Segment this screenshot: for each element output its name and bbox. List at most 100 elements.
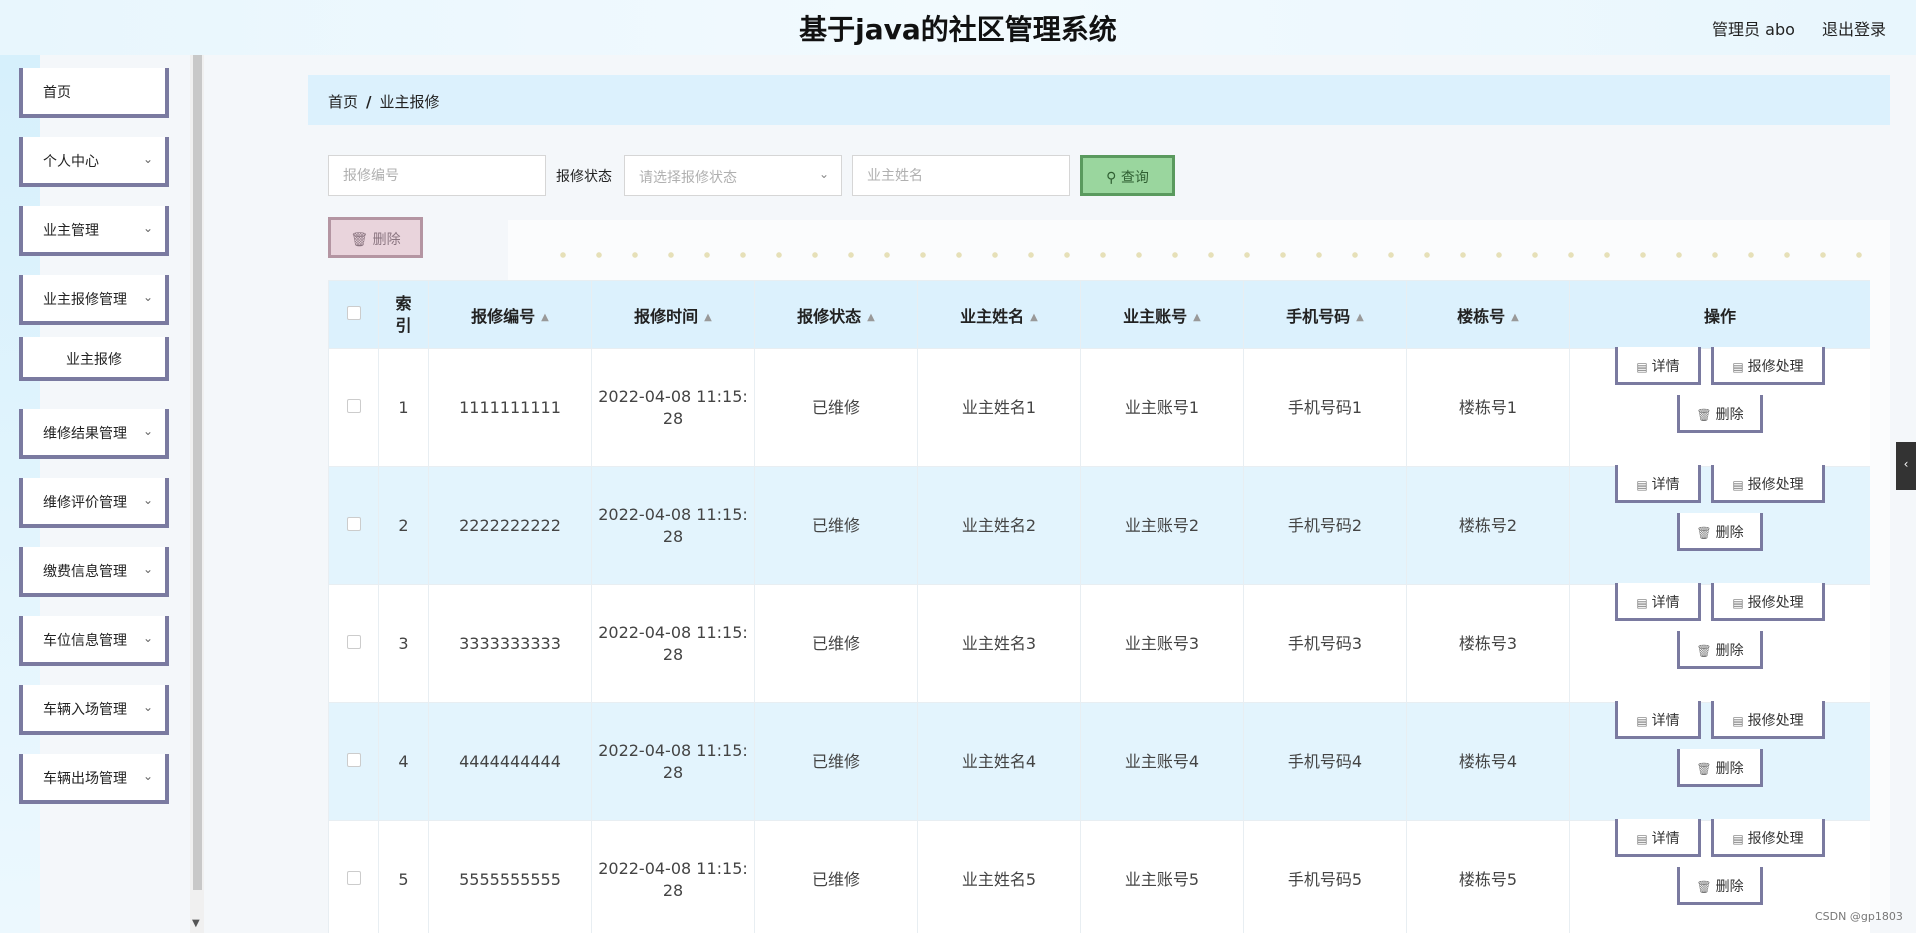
time-line-2: 28 — [662, 762, 684, 782]
sort-caret-icon[interactable]: ▲︎ — [704, 312, 712, 323]
cell-repair-time: 2022-04-08 11:15: 28 — [591, 820, 755, 933]
row-checkbox[interactable] — [346, 752, 361, 767]
row-checkbox[interactable] — [346, 516, 361, 531]
repair-handle-button[interactable]: ▤ 报修处理 — [1711, 819, 1825, 857]
cell-repair-time: 2022-04-08 11:15: 28 — [591, 584, 755, 703]
row-delete-button[interactable]: 🗑 删除 — [1677, 749, 1763, 787]
detail-button[interactable]: ▤ 详情 — [1615, 583, 1701, 621]
sort-caret-icon[interactable]: ▲︎ — [1030, 312, 1038, 323]
cell-actions: ▤ 详情 ▤ 报修处理 🗑 删除 — [1569, 465, 1870, 585]
sidebar-item-payment[interactable]: 缴费信息管理 ⌄ — [19, 547, 169, 597]
row-checkbox[interactable] — [346, 870, 361, 885]
logout-link[interactable]: 退出登录 — [1822, 20, 1886, 39]
table-row: 5 5555555555 2022-04-08 11:15: 28 已维修 业主姓… — [328, 819, 1870, 933]
header-label: 报修编号 — [471, 306, 536, 326]
sidebar-item-label: 车辆出场管理 — [43, 771, 127, 787]
sidebar-subitem-owner-repair[interactable]: 业主报修 — [19, 337, 169, 381]
header-owner-name[interactable]: 业主姓名 ▲︎ — [917, 280, 1081, 349]
sidebar-item-parking-space[interactable]: 车位信息管理 ⌄ — [19, 616, 169, 666]
sidebar-item-repair-management[interactable]: 业主报修管理 ⌄ — [19, 275, 169, 325]
header-phone[interactable]: 手机号码 ▲︎ — [1243, 280, 1407, 349]
document-icon: ▤ — [1636, 360, 1648, 374]
document-icon: ▤ — [1636, 714, 1648, 728]
breadcrumb-home[interactable]: 首页 — [328, 93, 358, 111]
sidebar-item-label: 车辆入场管理 — [43, 702, 127, 718]
handle-label: 报修处理 — [1747, 713, 1804, 729]
row-checkbox[interactable] — [346, 398, 361, 413]
header-repair-status[interactable]: 报修状态 ▲︎ — [754, 280, 918, 349]
header-repair-no[interactable]: 报修编号 ▲︎ — [428, 280, 592, 349]
row-delete-button[interactable]: 🗑 删除 — [1677, 395, 1763, 433]
row-delete-button[interactable]: 🗑 删除 — [1677, 513, 1763, 551]
cell-owner-name: 业主姓名3 — [917, 584, 1081, 703]
chevron-down-icon: ⌄ — [142, 769, 153, 783]
time-line-2: 28 — [662, 880, 684, 900]
select-all-checkbox[interactable] — [346, 306, 361, 320]
document-icon: ▤ — [1732, 360, 1744, 374]
search-icon: ⚲ — [1106, 170, 1117, 186]
time-line-1: 2022-04-08 11:15: — [598, 504, 748, 524]
sort-caret-icon[interactable]: ▲︎ — [1193, 312, 1201, 323]
header-owner-account[interactable]: 业主账号 ▲︎ — [1080, 280, 1244, 349]
header-repair-time[interactable]: 报修时间 ▲︎ — [591, 280, 755, 349]
cell-actions: ▤ 详情 ▤ 报修处理 🗑 删除 — [1569, 347, 1870, 467]
detail-label: 详情 — [1651, 477, 1680, 493]
cell-status: 已维修 — [754, 348, 918, 467]
delete-label: 删除 — [1715, 879, 1744, 895]
row-delete-button[interactable]: 🗑 删除 — [1677, 867, 1763, 905]
sidebar-item-personal-center[interactable]: 个人中心 ⌄ — [19, 137, 169, 187]
sidebar-item-repair-review[interactable]: 维修评价管理 ⌄ — [19, 478, 169, 528]
owner-name-search-input[interactable] — [852, 155, 1070, 196]
sidebar-item-home[interactable]: 首页 — [19, 68, 169, 118]
cell-status: 已维修 — [754, 820, 918, 933]
sidebar-scrollbar-thumb[interactable] — [193, 55, 202, 890]
repair-handle-button[interactable]: ▤ 报修处理 — [1711, 465, 1825, 503]
repair-handle-button[interactable]: ▤ 报修处理 — [1711, 347, 1825, 385]
row-checkbox[interactable] — [346, 634, 361, 649]
header-label: 业主账号 — [1123, 306, 1188, 326]
sidebar-item-vehicle-entry[interactable]: 车辆入场管理 ⌄ — [19, 685, 169, 735]
bulk-delete-button[interactable]: 🗑 删除 — [328, 217, 423, 258]
repair-handle-button[interactable]: ▤ 报修处理 — [1711, 583, 1825, 621]
table-header-row: 索引 报修编号 ▲︎ 报修时间 ▲︎ 报修状态 ▲︎ 业主姓名 ▲︎ 业主账号 ▲︎ 手机… — [328, 280, 1870, 349]
sidebar-item-vehicle-exit[interactable]: 车辆出场管理 ⌄ — [19, 754, 169, 804]
table-row: 2 2222222222 2022-04-08 11:15: 28 已维修 业主姓… — [328, 465, 1870, 585]
time-line-1: 2022-04-08 11:15: — [598, 740, 748, 760]
cell-phone: 手机号码4 — [1243, 702, 1407, 821]
sort-caret-icon[interactable]: ▲︎ — [1356, 312, 1364, 323]
cell-phone: 手机号码2 — [1243, 466, 1407, 585]
cell-phone: 手机号码5 — [1243, 820, 1407, 933]
sort-caret-icon[interactable]: ▲︎ — [867, 312, 875, 323]
detail-button[interactable]: ▤ 详情 — [1615, 347, 1701, 385]
detail-button[interactable]: ▤ 详情 — [1615, 701, 1701, 739]
sort-caret-icon[interactable]: ▲︎ — [1511, 312, 1519, 323]
trash-icon: 🗑 — [1696, 762, 1712, 776]
sidebar-item-repair-result[interactable]: 维修结果管理 ⌄ — [19, 409, 169, 459]
app-title: 基于java的社区管理系统 — [799, 13, 1117, 46]
query-button[interactable]: ⚲ 查询 — [1080, 155, 1175, 196]
detail-button[interactable]: ▤ 详情 — [1615, 465, 1701, 503]
header-label: 操作 — [1703, 306, 1736, 326]
header-label: 楼栋号 — [1457, 306, 1506, 326]
row-delete-button[interactable]: 🗑 删除 — [1677, 631, 1763, 669]
header-label: 报修时间 — [634, 306, 699, 326]
sidebar-item-label: 业主报修管理 — [43, 292, 127, 308]
repair-no-search-input[interactable] — [328, 155, 546, 196]
repair-handle-button[interactable]: ▤ 报修处理 — [1711, 701, 1825, 739]
collapse-panel-tab[interactable]: ‹ — [1896, 442, 1916, 490]
sidebar-item-label: 车位信息管理 — [43, 633, 127, 649]
cell-status: 已维修 — [754, 466, 918, 585]
delete-label: 删除 — [1715, 407, 1744, 423]
header-user-area: 管理员 abo 退出登录 — [1690, 16, 1886, 40]
chevron-down-icon: ⌄ — [142, 221, 153, 235]
sort-caret-icon[interactable]: ▲︎ — [541, 312, 549, 323]
scroll-down-arrow-icon[interactable]: ▼ — [192, 918, 200, 929]
sidebar-item-label: 维修结果管理 — [43, 426, 127, 442]
status-filter-select[interactable]: 请选择报修状态 ⌄ — [624, 155, 842, 196]
delete-label: 删除 — [1715, 643, 1744, 659]
document-icon: ▤ — [1636, 832, 1648, 846]
detail-button[interactable]: ▤ 详情 — [1615, 819, 1701, 857]
sidebar-item-owner-management[interactable]: 业主管理 ⌄ — [19, 206, 169, 256]
top-header: 基于java的社区管理系统 管理员 abo 退出登录 — [0, 0, 1916, 55]
header-building[interactable]: 楼栋号 ▲︎ — [1406, 280, 1570, 349]
